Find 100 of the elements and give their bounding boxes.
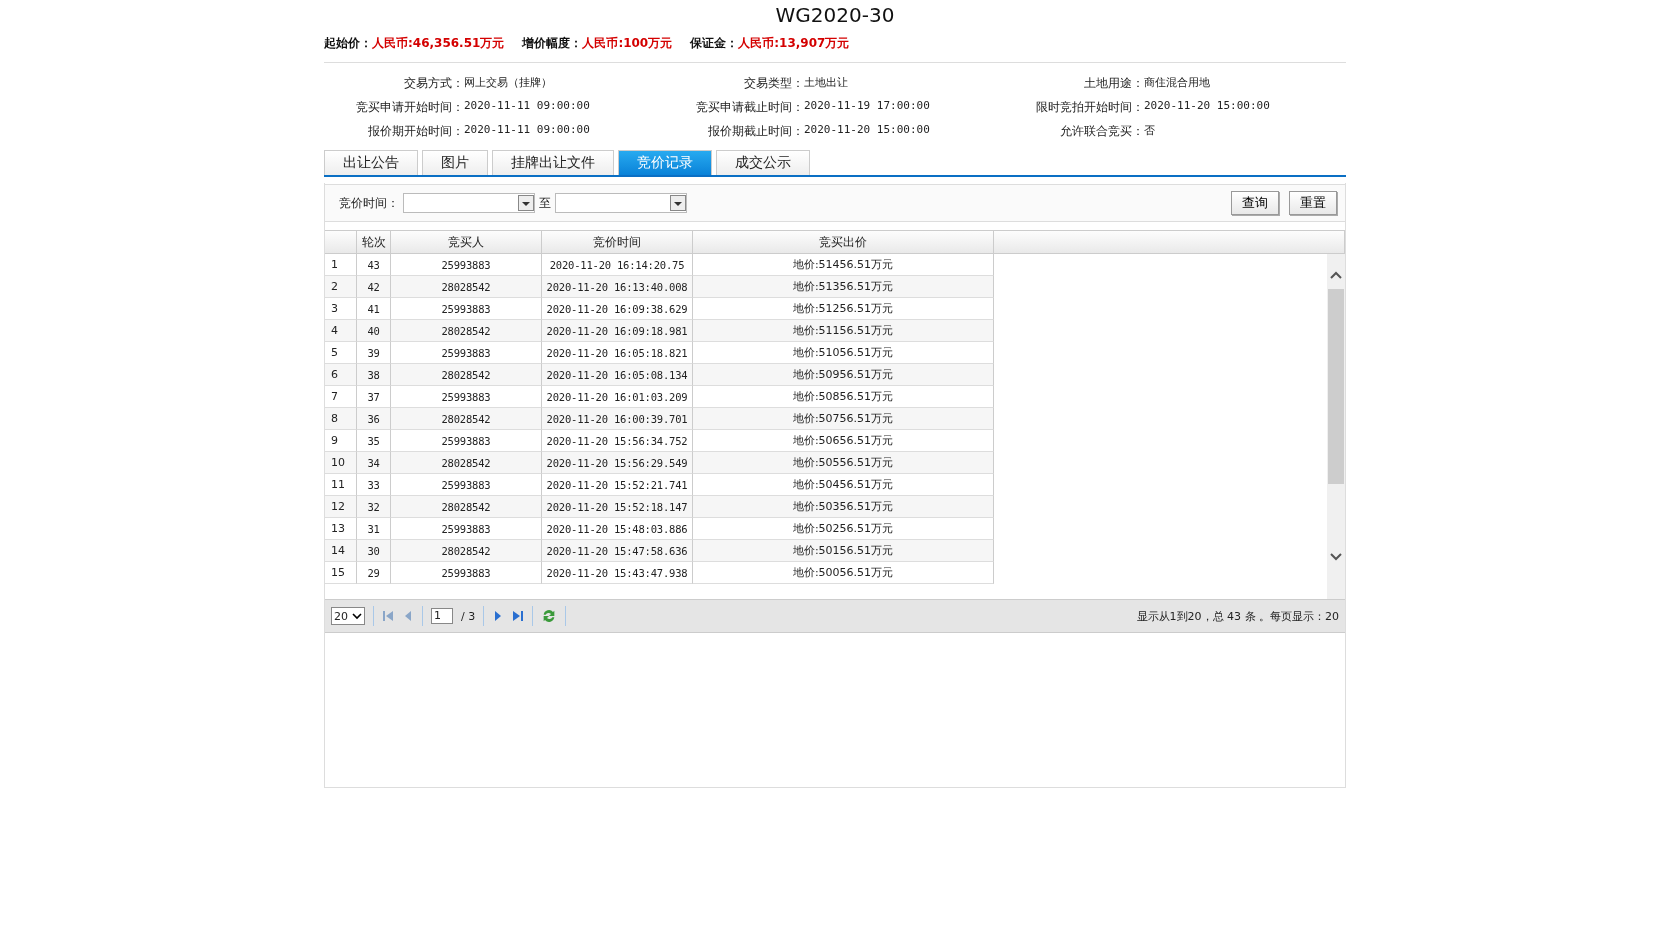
- info-label: 交易类型：: [743, 75, 804, 92]
- table-cell: 2020-11-20 16:01:03.209: [542, 386, 693, 408]
- info-value: 2020-11-19 17:00:00: [804, 99, 931, 114]
- table-cell: 25993883: [391, 254, 542, 276]
- table-cell: 2020-11-20 16:09:38.629: [542, 298, 693, 320]
- table-cell: 2020-11-20 15:48:03.886: [542, 518, 693, 540]
- table-cell: 2020-11-20 15:56:29.549: [542, 452, 693, 474]
- row-number: 13: [325, 518, 357, 540]
- page-count: / 3: [461, 609, 476, 623]
- table-cell: 25993883: [391, 430, 542, 452]
- info-label: 限时竞拍开始时间：: [1035, 99, 1144, 116]
- tab[interactable]: 挂牌出让文件: [492, 150, 614, 175]
- tab[interactable]: 出让公告: [324, 150, 418, 175]
- row-number: 5: [325, 342, 357, 364]
- dropdown-icon: [670, 194, 686, 212]
- price-label: 保证金：: [690, 35, 739, 52]
- row-number: 1: [325, 254, 357, 276]
- table-cell: 地价:50456.51万元: [693, 474, 994, 496]
- table-cell: 2020-11-20 15:52:18.147: [542, 496, 693, 518]
- table-cell: 地价:50956.51万元: [693, 364, 994, 386]
- table-cell: 25993883: [391, 386, 542, 408]
- info-value: 2020-11-11 09:00:00: [464, 99, 591, 114]
- table-cell: 41: [357, 298, 391, 320]
- table-cell: 25993883: [391, 562, 542, 584]
- row-number: 2: [325, 276, 357, 298]
- table-cell: 地价:51356.51万元: [693, 276, 994, 298]
- table-cell: 31: [357, 518, 391, 540]
- row-number: 9: [325, 430, 357, 452]
- info-label: 交易方式：: [403, 75, 464, 92]
- table-cell: 2020-11-20 16:14:20.75: [542, 254, 693, 276]
- table-cell: 25993883: [391, 518, 542, 540]
- row-number: 10: [325, 452, 357, 474]
- first-page-icon[interactable]: [382, 610, 394, 622]
- info-value: 土地出让: [804, 75, 849, 91]
- info-value: 2020-11-11 09:00:00: [464, 123, 591, 138]
- info-value: 2020-11-20 15:00:00: [1144, 99, 1271, 114]
- table-cell: 2020-11-20 16:05:08.134: [542, 364, 693, 386]
- column-header: 竞买出价: [693, 231, 994, 254]
- filter-label: 竞价时间：: [339, 194, 399, 212]
- table-cell: 35: [357, 430, 391, 452]
- price-value: 人民币:100万元: [582, 35, 673, 52]
- info-value: 商住混合用地: [1144, 75, 1211, 91]
- price-label: 起始价：: [324, 35, 372, 52]
- table-cell: 28028542: [391, 540, 542, 562]
- price-value: 人民币:13,907万元: [738, 35, 850, 52]
- info-value: 否: [1144, 123, 1156, 139]
- table-cell: 2020-11-20 15:56:34.752: [542, 430, 693, 452]
- scrollbar[interactable]: [1327, 254, 1345, 599]
- table-cell: 30: [357, 540, 391, 562]
- tab[interactable]: 图片: [422, 150, 488, 175]
- row-number: 7: [325, 386, 357, 408]
- dropdown-icon: [518, 194, 534, 212]
- info-label: 允许联合竞买：: [1059, 123, 1144, 140]
- table-cell: 地价:50556.51万元: [693, 452, 994, 474]
- table-cell: 2020-11-20 16:00:39.701: [542, 408, 693, 430]
- table-cell: 36: [357, 408, 391, 430]
- table-cell: 28028542: [391, 452, 542, 474]
- table-cell: 地价:51256.51万元: [693, 298, 994, 320]
- table-cell: 28028542: [391, 320, 542, 342]
- table-cell: 2020-11-20 16:09:18.981: [542, 320, 693, 342]
- reset-button[interactable]: 重置: [1289, 191, 1337, 215]
- table-cell: 28028542: [391, 496, 542, 518]
- table-cell: 地价:50756.51万元: [693, 408, 994, 430]
- column-header: 竞价时间: [542, 231, 693, 254]
- table-cell: 地价:50056.51万元: [693, 562, 994, 584]
- page-field[interactable]: 1: [431, 608, 453, 624]
- date-field[interactable]: [403, 193, 535, 213]
- page-size-select[interactable]: 20: [331, 607, 365, 625]
- price-label: 增价幅度：: [522, 35, 583, 52]
- info-label: 竞买申请截止时间：: [695, 99, 804, 116]
- search-button[interactable]: 查询: [1231, 191, 1279, 215]
- price-value: 人民币:46,356.51万元: [372, 35, 505, 52]
- table-cell: 2020-11-20 15:47:58.636: [542, 540, 693, 562]
- table-cell: 2020-11-20 16:05:18.821: [542, 342, 693, 364]
- table-cell: 42: [357, 276, 391, 298]
- row-number: 6: [325, 364, 357, 386]
- table-cell: 28028542: [391, 408, 542, 430]
- row-number: 11: [325, 474, 357, 496]
- row-number: 4: [325, 320, 357, 342]
- table-cell: 38: [357, 364, 391, 386]
- table-cell: 2020-11-20 15:52:21.741: [542, 474, 693, 496]
- table-cell: 地价:50656.51万元: [693, 430, 994, 452]
- table-cell: 2020-11-20 15:43:47.938: [542, 562, 693, 584]
- page-title: WG2020-30: [774, 2, 896, 29]
- last-page-icon[interactable]: [512, 610, 525, 622]
- tab[interactable]: 成交公示: [716, 150, 810, 175]
- table-cell: 28028542: [391, 364, 542, 386]
- table-cell: 地价:51456.51万元: [693, 254, 994, 276]
- column-header: 轮次: [357, 231, 391, 254]
- table-cell: 40: [357, 320, 391, 342]
- date-field[interactable]: [555, 193, 687, 213]
- table-cell: 25993883: [391, 298, 542, 320]
- table-cell: 29: [357, 562, 391, 584]
- row-number: 14: [325, 540, 357, 562]
- table-cell: 39: [357, 342, 391, 364]
- table-cell: 地价:51156.51万元: [693, 320, 994, 342]
- table-cell: 28028542: [391, 276, 542, 298]
- info-value: 网上交易（挂牌）: [464, 75, 553, 91]
- table-cell: 地价:50156.51万元: [693, 540, 994, 562]
- info-label: 竞买申请开始时间：: [355, 99, 464, 116]
